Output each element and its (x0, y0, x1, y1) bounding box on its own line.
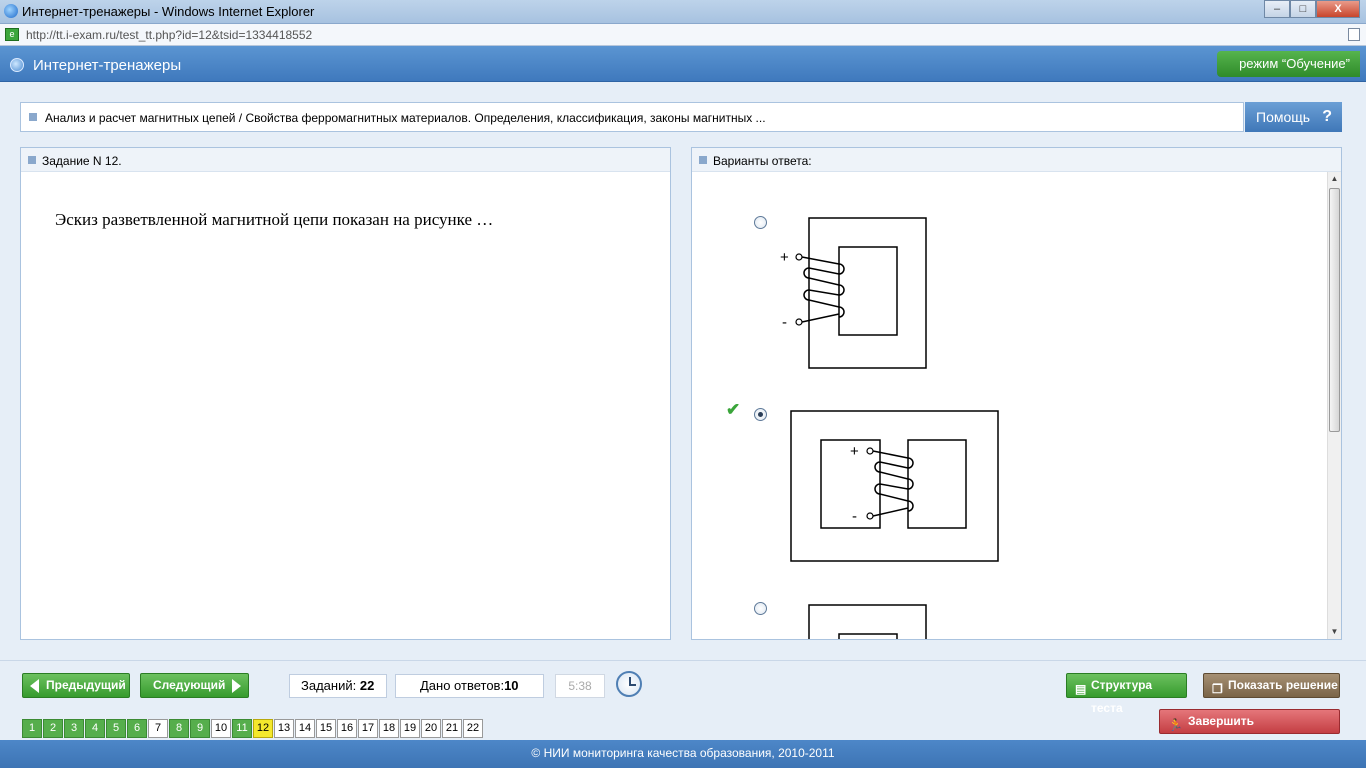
answers-panel-header: Варианты ответа: (692, 148, 1341, 172)
answer-option-2-diagram[interactable]: + - (788, 409, 1000, 563)
page-number-button[interactable]: 3 (64, 719, 84, 738)
list-icon: ▤ (1075, 682, 1087, 696)
minus-terminal-label: - (782, 314, 787, 331)
page-number-button[interactable]: 4 (85, 719, 105, 738)
site-favicon-icon: e (5, 28, 19, 41)
bottom-toolbar: Предыдущий Следующий Заданий: 22 Дано от… (0, 660, 1366, 751)
tasks-count-box: Заданий: 22 (289, 674, 387, 698)
address-bar: e http://tt.i-exam.ru/test_tt.php?id=12&… (0, 24, 1366, 46)
window-controls: – □ X (1264, 0, 1360, 18)
answer-option-1-radio[interactable] (754, 216, 767, 229)
arrow-right-icon (232, 679, 241, 693)
question-mark-icon: ? (1322, 108, 1332, 125)
plus-terminal-label: + (780, 249, 789, 266)
page-number-button[interactable]: 19 (400, 719, 420, 738)
breadcrumb-text: Анализ и расчет магнитных цепей / Свойст… (45, 111, 766, 125)
runner-icon: 🏃 (1168, 718, 1183, 732)
browser-title: Интернет-тренажеры - Windows Internet Ex… (22, 4, 315, 19)
tasks-count: 22 (359, 678, 375, 693)
plus-terminal-label: + (850, 443, 859, 460)
test-structure-button[interactable]: ▤ Структура теста (1066, 673, 1187, 715)
answer-options: + - ✔ + - (692, 172, 1327, 639)
page-number-button[interactable]: 9 (190, 719, 210, 738)
page-number-button[interactable]: 7 (148, 719, 168, 738)
answers-count: 10 (504, 678, 519, 693)
page-icon[interactable] (1348, 28, 1360, 41)
page-number-button[interactable]: 18 (379, 719, 399, 738)
page-number-button[interactable]: 8 (169, 719, 189, 738)
show-solution-button[interactable]: ❐ Показать решение (1203, 673, 1340, 698)
task-number: Задание N 12. (42, 154, 122, 168)
minimize-button[interactable]: – (1264, 0, 1290, 18)
task-panel-header: Задание N 12. (21, 148, 670, 172)
page-number-button[interactable]: 16 (337, 719, 357, 738)
answers-scrollbar[interactable]: ▲ ▼ (1327, 172, 1341, 639)
page-number-button[interactable]: 6 (127, 719, 147, 738)
answer-option-2-radio[interactable] (754, 408, 767, 421)
question-text: Эскиз разветвленной магнитной цепи показ… (55, 210, 494, 229)
answer-option-3-diagram[interactable] (772, 602, 972, 639)
page-number-button[interactable]: 5 (106, 719, 126, 738)
url-text[interactable]: http://tt.i-exam.ru/test_tt.php?id=12&ts… (26, 28, 312, 42)
scroll-down-arrow-icon[interactable]: ▼ (1328, 625, 1341, 639)
browser-titlebar: Интернет-тренажеры - Windows Internet Ex… (0, 0, 1366, 24)
app-title: Интернет-тренажеры (33, 57, 182, 74)
tasks-label: Заданий: (301, 678, 357, 693)
clock-icon[interactable] (616, 671, 642, 697)
answers-count-box: Дано ответов:10 (395, 674, 544, 698)
main-area: Анализ и расчет магнитных цепей / Свойст… (0, 82, 1366, 660)
answers-header: Варианты ответа: (713, 154, 812, 168)
ie-logo-icon (4, 4, 18, 18)
page-number-button[interactable]: 21 (442, 719, 462, 738)
maximize-button[interactable]: □ (1290, 0, 1316, 18)
bullet-square-icon (29, 113, 37, 121)
page-number-button[interactable]: 1 (22, 719, 42, 738)
answers-panel: Варианты ответа: + - ✔ + - ▲ ▼ (691, 147, 1342, 640)
previous-label: Предыдущий (46, 678, 126, 692)
next-label: Следующий (153, 678, 226, 692)
question-pager: 1 2 3 4 5 6 7 8 9 10 11 12 13 14 15 16 17 18 19 20 21 22 (22, 719, 484, 738)
next-button[interactable]: Следующий (140, 673, 249, 698)
answer-option-1-diagram[interactable]: + - (772, 212, 932, 372)
help-label: Помощь (1256, 109, 1311, 125)
timer: 5:38 (555, 674, 605, 698)
page-number-button[interactable]: 22 (463, 719, 483, 738)
bullet-square-icon (699, 156, 707, 164)
mode-badge: режим “Обучение” (1217, 51, 1360, 77)
test-structure-label: Структура теста (1091, 678, 1153, 715)
scroll-up-arrow-icon[interactable]: ▲ (1328, 172, 1341, 186)
show-solution-label: Показать решение (1228, 678, 1338, 692)
page-number-button[interactable]: 17 (358, 719, 378, 738)
correct-check-icon: ✔ (726, 400, 741, 419)
footer: © НИИ мониторинга качества образования, … (0, 740, 1366, 768)
page-number-button[interactable]: 20 (421, 719, 441, 738)
page-number-button[interactable]: 13 (274, 719, 294, 738)
help-button[interactable]: Помощь ? (1245, 102, 1342, 132)
task-panel: Задание N 12. Эскиз разветвленной магнит… (20, 147, 671, 640)
answers-label: Дано ответов: (420, 678, 505, 693)
app-header: Интернет-тренажеры режим “Обучение” (0, 46, 1366, 82)
page-number-button[interactable]: 15 (316, 719, 336, 738)
scroll-thumb[interactable] (1329, 188, 1340, 432)
finish-test-button[interactable]: 🏃 Завершить тестирование (1159, 709, 1340, 751)
answer-option-3-radio[interactable] (754, 602, 767, 615)
page-number-button[interactable]: 2 (43, 719, 63, 738)
page-number-button[interactable]: 12 (253, 719, 273, 738)
book-icon: ❐ (1212, 682, 1223, 696)
page-number-button[interactable]: 14 (295, 719, 315, 738)
page-number-button[interactable]: 11 (232, 719, 252, 738)
page-number-button[interactable]: 10 (211, 719, 231, 738)
close-button[interactable]: X (1316, 0, 1360, 18)
previous-button[interactable]: Предыдущий (22, 673, 130, 698)
arrow-left-icon (30, 679, 39, 693)
bullet-square-icon (28, 156, 36, 164)
globe-icon (10, 58, 24, 72)
minus-terminal-label: - (852, 508, 857, 525)
breadcrumb: Анализ и расчет магнитных цепей / Свойст… (20, 102, 1244, 132)
